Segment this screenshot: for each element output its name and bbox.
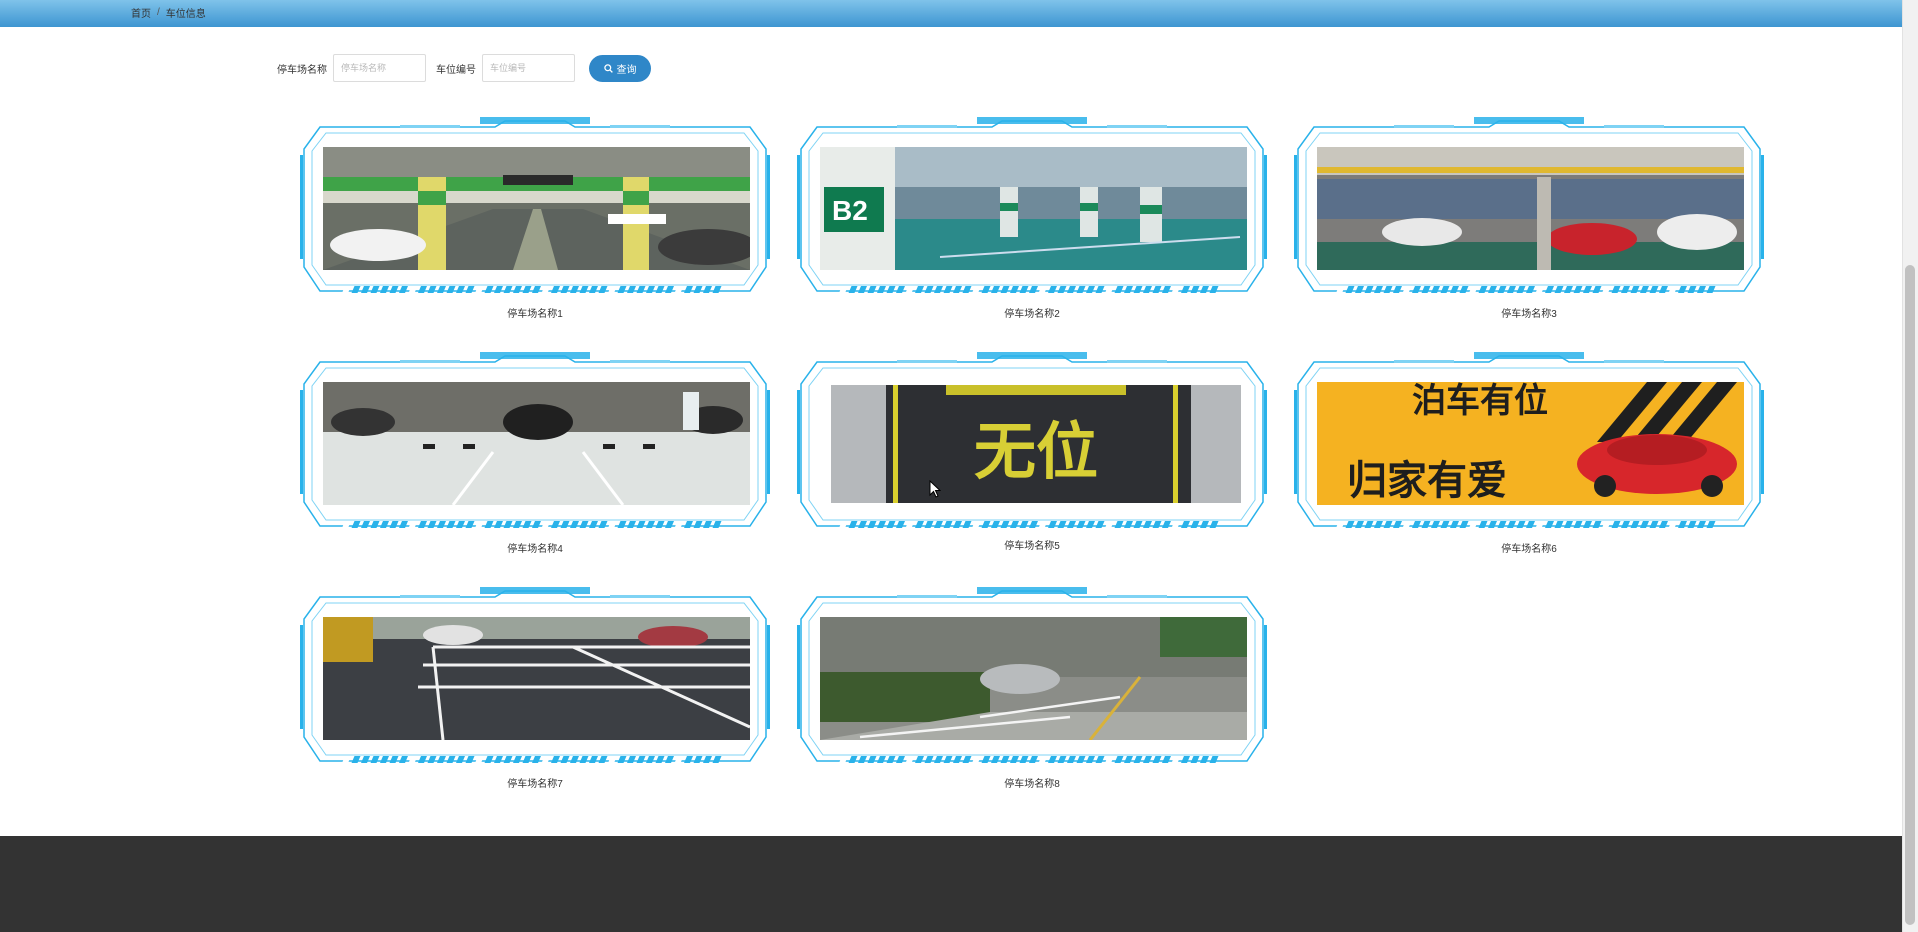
search-button-label: 查询 [616, 64, 637, 76]
parking-photo[interactable] [1317, 147, 1744, 270]
parking-card[interactable]: 停车场名称3 [1294, 115, 1764, 320]
parking-card[interactable]: 停车场名称1 [300, 115, 770, 320]
parking-photo[interactable]: B2 [820, 147, 1247, 270]
parking-photo[interactable] [323, 617, 750, 740]
parking-name: 停车场名称4 [507, 544, 563, 555]
svg-text:B2: B2 [832, 195, 868, 226]
parking-name: 停车场名称2 [1004, 309, 1060, 320]
parking-photo[interactable] [323, 147, 750, 270]
space-no-label: 车位编号 [436, 64, 476, 76]
parking-photo[interactable] [820, 617, 1247, 740]
lot-name-input[interactable] [333, 54, 426, 82]
parking-card[interactable]: 泊车有位 归家有爱 停车场名称6 [1294, 350, 1764, 555]
breadcrumb-current: 车位信息 [165, 9, 206, 20]
breadcrumb-separator: / [157, 7, 160, 18]
page-footer [0, 836, 1902, 932]
search-icon [603, 63, 613, 73]
parking-photo[interactable] [323, 382, 750, 505]
parking-card[interactable]: 停车场名称4 [300, 350, 770, 555]
space-no-input[interactable] [482, 54, 575, 82]
parking-name: 停车场名称7 [507, 779, 563, 790]
parking-name: 停车场名称6 [1501, 544, 1557, 555]
mouse-cursor-icon [929, 480, 941, 498]
parking-photo[interactable]: 无位 [831, 385, 1241, 503]
parking-card[interactable]: 停车场名称8 [797, 585, 1267, 790]
scrollbar[interactable] [1902, 0, 1918, 932]
lot-name-label: 停车场名称 [277, 64, 327, 76]
no-space-sign-text: 无位 [974, 415, 1098, 488]
parking-name: 停车场名称8 [1004, 779, 1060, 790]
top-bar: 首页 / 车位信息 [0, 0, 1902, 27]
parking-lot-grid: 停车场名称1 B2 停车场名称2 停车场名称3 停车场名称4 无位 停车场名称5… [300, 115, 1770, 790]
parking-name: 停车场名称3 [1501, 309, 1557, 320]
scrollbar-thumb[interactable] [1905, 265, 1915, 925]
breadcrumb-home[interactable]: 首页 [131, 5, 151, 20]
parking-photo[interactable]: 泊车有位 归家有爱 [1317, 382, 1744, 505]
search-form: 停车场名称 车位编号 查询 [277, 54, 651, 82]
parking-card[interactable]: 无位 停车场名称5 [797, 350, 1267, 552]
parking-card[interactable]: B2 停车场名称2 [797, 115, 1267, 320]
banner-text-top: 泊车有位 [1412, 382, 1548, 421]
parking-name: 停车场名称5 [1004, 541, 1060, 552]
search-button[interactable]: 查询 [589, 54, 651, 82]
parking-card[interactable]: 停车场名称7 [300, 585, 770, 790]
breadcrumb: 首页 / 车位信息 [131, 5, 206, 20]
parking-name: 停车场名称1 [507, 309, 563, 320]
banner-text-bottom: 归家有爱 [1347, 458, 1507, 504]
